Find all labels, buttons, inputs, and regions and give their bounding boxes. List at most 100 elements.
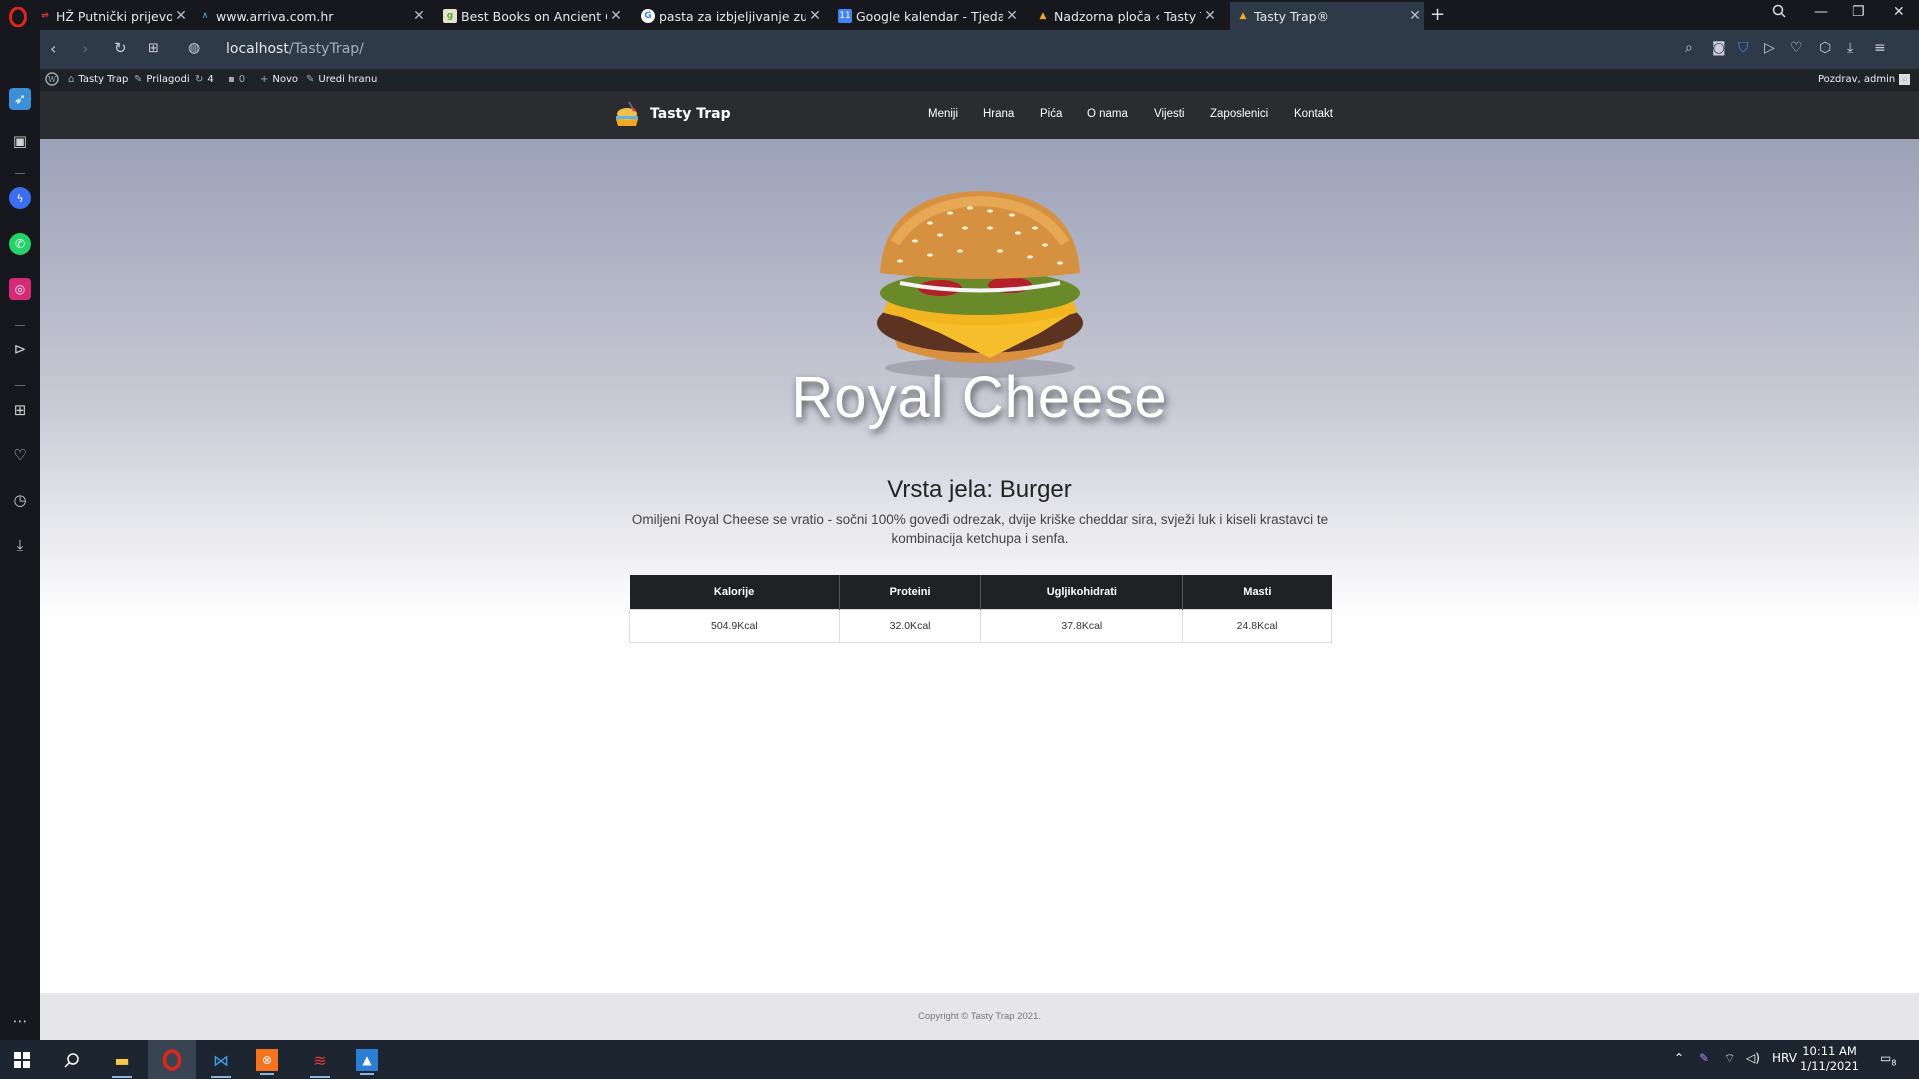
tab-hz[interactable]: ⇌ HŽ Putnički prijevoz ✕ [38,2,190,30]
close-tab-icon[interactable]: ✕ [607,8,625,24]
burger-image [877,191,1083,378]
tab-tasty-trap[interactable]: ▲ Tasty Trap® ✕ [1230,2,1424,30]
bookmarks-heart-icon[interactable]: ♡ [9,444,31,466]
clock[interactable]: 10:11 AM 1/11/2021 [1800,1044,1859,1074]
volume-icon[interactable]: ◁) [1746,1051,1760,1065]
briefcase-icon[interactable]: ▣ [9,130,31,152]
player-icon[interactable]: ⊳ [9,338,31,360]
search-tabs-icon[interactable] [1772,4,1786,22]
tab-arriva[interactable]: ∧ www.arriva.com.hr ✕ [198,2,428,30]
pencil-icon: ✎ [306,74,315,85]
clock-date: 1/11/2021 [1800,1059,1859,1073]
close-tab-icon[interactable]: ✕ [1003,8,1021,24]
clock-time: 10:11 AM [1802,1044,1857,1058]
speed-dial-icon[interactable]: ⊞ [9,399,31,421]
svg-text:W: W [48,75,57,84]
wp-comments-link[interactable]: ▪ 0 [228,74,245,85]
url-field[interactable]: localhost/TastyTrap/ [226,41,364,57]
restore-icon[interactable]: ❐ [1852,4,1865,20]
camera-icon[interactable]: ◙ [1712,40,1726,56]
cube-icon[interactable]: ⬡ [1819,40,1831,56]
notifications-icon[interactable]: ▭8 [1880,1051,1896,1067]
wp-search-icon[interactable]: ⌕ [1902,74,1908,85]
back-icon[interactable]: ‹ [50,39,56,58]
nav-o-nama[interactable]: O nama [1087,108,1128,120]
search-icon[interactable]: ⌕ [1685,40,1693,56]
tasty-icon: ▲ [1239,11,1247,21]
wp-customize-link[interactable]: ✎ Prilagodi [134,74,190,85]
new-tab-icon[interactable]: + [1430,4,1445,25]
header-proteini: Proteini [839,575,982,609]
forward-icon[interactable]: › [82,39,88,58]
copyright-text: Copyright © Tasty Trap 2021. [918,1011,1041,1022]
nav-zaposlenici[interactable]: Zaposlenici [1210,108,1268,120]
tray-chevron-icon[interactable]: ⌃ [1674,1051,1684,1065]
wp-edit-link[interactable]: ✎ Uredi hranu [306,74,377,85]
tab-grid-icon[interactable]: ⊞ [148,41,159,56]
nutrition-table: Kalorije Proteini Ugljikohidrati Masti 5… [629,575,1332,643]
file-explorer-icon[interactable]: ▬ [108,1046,136,1078]
rocket-icon[interactable]: ➶ [9,88,31,110]
brand-link[interactable]: Tasty Trap [612,99,731,129]
close-tab-icon[interactable]: ✕ [410,8,428,24]
minimize-icon[interactable]: — [1814,4,1828,20]
pen-icon[interactable]: ✎ [1699,1051,1709,1065]
nav-pica[interactable]: Pića [1040,108,1062,120]
opera-taskbar-icon[interactable] [148,1040,196,1079]
tab-title: Tasty Trap® [1254,8,1330,24]
downloads-icon[interactable]: ⤓ [9,534,31,556]
tab-title: Google kalendar - Tjedan o [856,8,1003,24]
download-icon[interactable]: ⤓ [1847,40,1853,56]
search-icon[interactable] [58,1046,86,1074]
tab-title: pasta za izbjeljivanje zubi - [659,8,806,24]
brush-icon: ✎ [134,74,143,85]
food-title: Royal Cheese [791,365,1168,430]
header-kalorije: Kalorije [629,575,840,609]
divider [15,173,25,174]
close-window-icon[interactable]: ✕ [1893,4,1905,20]
wp-site-link[interactable]: ⌂ Tasty Trap [68,74,128,85]
close-tab-icon[interactable]: ✕ [1201,8,1219,24]
photos-icon[interactable]: ▲ [356,1049,378,1075]
instagram-icon[interactable]: ◎ [9,278,31,300]
nav-vijesti[interactable]: Vijesti [1154,108,1184,120]
tab-google-calendar[interactable]: 11 Google kalendar - Tjedan o ✕ [838,2,1021,30]
plus-icon: + [260,74,269,85]
nav-meniji[interactable]: Meniji [928,108,958,120]
nav-kontakt[interactable]: Kontakt [1294,108,1333,120]
language-indicator[interactable]: HRV [1772,1051,1797,1065]
wp-updates-link[interactable]: ↻ 4 [195,74,214,85]
tab-google-search[interactable]: G pasta za izbjeljivanje zubi - ✕ [641,2,824,30]
opera-logo-icon[interactable] [6,4,30,30]
wp-greeting: Pozdrav, admin [1818,74,1896,85]
wp-comments-count: 0 [238,74,246,85]
tab-title: Nadzorna ploča ‹ Tasty Trap [1054,8,1201,24]
windows-start-icon[interactable] [8,1046,36,1074]
wp-new-link[interactable]: + Novo [260,74,298,85]
tab-goodreads[interactable]: g Best Books on Ancient Gre ✕ [443,2,625,30]
send-icon[interactable]: ▷ [1764,40,1775,56]
wordpress-logo-icon[interactable]: W [45,72,59,86]
nav-hrana[interactable]: Hrana [983,108,1014,120]
url-path: /TastyTrap/ [288,41,364,57]
whatsapp-icon[interactable]: ✆ [9,233,31,255]
food-type: Vrsta jela: Burger [887,476,1072,503]
heart-icon[interactable]: ♡ [1790,40,1803,56]
menu-icon[interactable]: ≡ [1874,40,1886,56]
close-tab-icon[interactable]: ✕ [806,8,824,24]
tab-dashboard[interactable]: ▲ Nadzorna ploča ‹ Tasty Trap ✕ [1036,2,1219,30]
messenger-icon[interactable]: ϟ [9,187,31,209]
wp-admin-bar: W ⌂ Tasty Trap ✎ Prilagodi ↻ 4 ▪ 0 + Novo ✎ Ur… [40,69,1919,91]
shield-icon[interactable]: ⛉ [1738,40,1749,56]
history-clock-icon[interactable]: ◷ [9,489,31,511]
site-header: Tasty Trap Meniji Hrana Pića O nama Vije… [40,91,1919,139]
close-tab-icon[interactable]: ✕ [1406,8,1424,24]
wp-account-link[interactable]: Pozdrav, admin [1818,74,1911,85]
todoist-icon[interactable]: ≋ [306,1046,334,1078]
wifi-icon[interactable]: ⌔ [1724,1051,1735,1066]
vscode-icon[interactable]: ⋈ [207,1046,235,1078]
reload-icon[interactable]: ↻ [114,39,127,57]
more-icon[interactable]: ⋯ [9,1010,31,1032]
close-tab-icon[interactable]: ✕ [172,8,190,24]
xampp-icon[interactable]: ⊗ [256,1049,278,1075]
